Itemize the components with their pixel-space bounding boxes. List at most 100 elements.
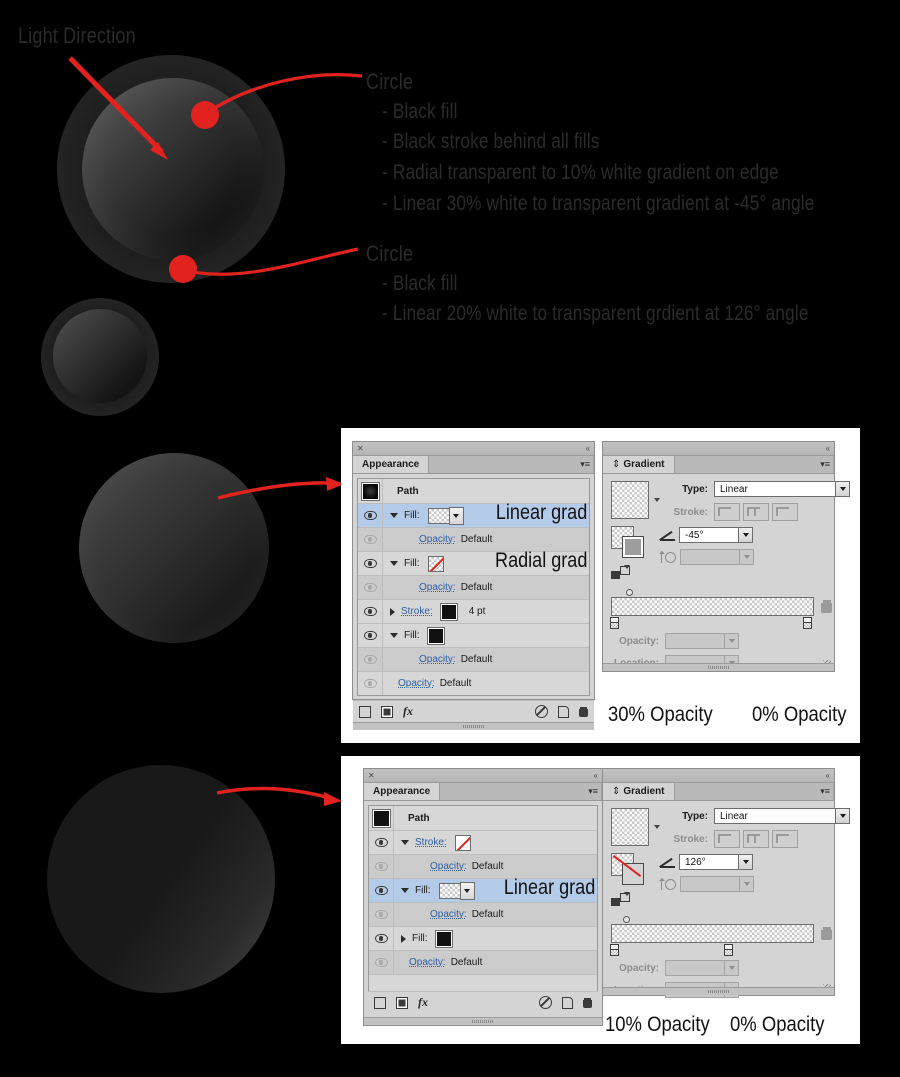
opacity-link[interactable]: Opacity: [419,582,456,593]
appearance-row-fill-linear-2[interactable]: Fill: Linear grad [369,876,597,903]
black-swatch-icon[interactable] [434,929,453,948]
appearance-row-fill-black-1[interactable]: Fill: [358,624,589,648]
visibility-toggle[interactable] [369,903,394,926]
gradient-ramp[interactable] [611,924,814,943]
aspect-chevron[interactable] [740,876,754,892]
chevron-down-icon[interactable] [401,840,409,845]
gradient-stop-left[interactable] [610,617,619,630]
angle-input[interactable]: -45° [679,527,739,543]
gradient-1-tabrow[interactable]: ⇕ Gradient ▾≡ [603,456,834,474]
chevron-down-icon[interactable] [390,633,398,638]
chevron-right-icon[interactable] [401,934,406,943]
type-select[interactable]: Linear [714,808,836,824]
appearance-panel-1[interactable]: ✕ « Appearance ▾≡ Path Fill: Linear grad… [352,441,595,730]
opacity-link[interactable]: Opacity: [430,909,467,920]
appearance-2-titlebar[interactable]: ✕ « [364,769,602,783]
gradient-stop-right[interactable] [803,617,812,630]
clear-appearance-button[interactable] [535,705,548,718]
appearance-2-footer[interactable]: fx [368,991,598,1013]
chevron-right-icon[interactable] [390,607,395,616]
appearance-1-tabrow[interactable]: Appearance ▾≡ [353,456,594,474]
new-art-has-basic-appearance-icon[interactable] [374,996,386,1009]
panel-menu-icon[interactable]: ▾≡ [588,786,598,797]
panel-menu-icon[interactable]: ▾≡ [820,459,830,470]
appearance-row-opacity-6[interactable]: Opacity: Default [369,951,597,975]
appearance-row-opacity-5[interactable]: Opacity: Default [369,903,597,927]
add-effect-fx-icon[interactable]: fx [418,995,428,1010]
appearance-row-opacity-2[interactable]: Opacity: Default [358,576,589,600]
appearance-row-fill-black-2[interactable]: Fill: [369,927,597,951]
gradient-swatch-icon[interactable] [427,507,450,524]
row-label[interactable]: Stroke: [415,837,447,848]
visibility-toggle[interactable] [358,672,383,695]
add-effect-fx-icon[interactable]: fx [403,704,413,719]
type-select-chevron[interactable] [836,481,850,497]
appearance-row-stroke-2[interactable]: Stroke: [369,831,597,855]
appearance-2-path-row[interactable]: Path [369,806,597,831]
black-swatch-icon[interactable] [439,602,458,621]
opacity-chevron[interactable] [725,960,739,976]
clear-appearance-button[interactable] [539,996,552,1009]
reverse-gradient-icon[interactable] [611,892,630,907]
gradient-swatch-icon[interactable] [438,882,461,899]
swatch-dropdown-button[interactable] [448,506,464,525]
appearance-row-fill-linear-1[interactable]: Fill: Linear grad [358,501,589,528]
close-icon[interactable]: ✕ [357,443,364,454]
no-color-swatch-icon[interactable] [454,834,471,851]
panel-menu-icon[interactable]: ▾≡ [820,786,830,797]
gradient-1-slider[interactable] [610,589,832,629]
delete-item-icon[interactable] [583,997,592,1008]
appearance-row-opacity-3[interactable]: Opacity: Default [358,648,589,672]
fill-stroke-indicator[interactable] [611,853,645,885]
chevron-down-icon[interactable] [401,888,409,893]
clear-appearance-icon[interactable] [396,996,408,1009]
visibility-toggle[interactable] [358,504,383,527]
gradient-swatch-icon[interactable] [427,555,444,572]
collapse-icon[interactable]: « [594,770,598,781]
duplicate-item-icon[interactable] [562,996,573,1009]
gradient-2-titlebar[interactable]: « [603,769,834,783]
opacity-link[interactable]: Opacity: [430,861,467,872]
appearance-row-opacity-global-1[interactable]: Opacity: Default [358,672,589,695]
gradient-preview-swatch[interactable] [611,808,649,846]
opacity-link[interactable]: Opacity: [398,678,435,689]
visibility-toggle[interactable] [358,624,383,647]
aspect-ratio-input[interactable] [680,549,740,565]
appearance-row-fill-radial-1[interactable]: Fill: Radial grad [358,549,589,576]
opacity-link[interactable]: Opacity: [419,654,456,665]
visibility-toggle[interactable] [358,600,383,623]
appearance-2-tabrow[interactable]: Appearance ▾≡ [364,783,602,801]
new-art-has-basic-appearance-icon[interactable] [359,705,371,718]
tab-gradient[interactable]: ⇕ Gradient [603,783,675,800]
gradient-2-slider[interactable] [610,916,832,956]
stop-opacity-input[interactable] [665,633,725,649]
gradient-2-tabrow[interactable]: ⇕ Gradient ▾≡ [603,783,834,801]
gradient-midpoint-handle[interactable] [626,589,633,596]
swatch-dropdown-button[interactable] [459,881,475,900]
stop-opacity-input[interactable] [665,960,725,976]
panel-grip[interactable] [353,722,594,730]
gradient-panel-1[interactable]: « ⇕ Gradient ▾≡ Type: Linear Stroke: -45… [602,441,850,672]
delete-item-icon[interactable] [579,706,588,717]
visibility-toggle[interactable] [358,552,383,575]
visibility-toggle[interactable] [358,528,383,551]
duplicate-item-icon[interactable] [558,705,569,718]
visibility-toggle[interactable] [358,576,383,599]
aspect-chevron[interactable] [740,549,754,565]
appearance-1-footer[interactable]: fx [353,700,594,722]
visibility-toggle[interactable] [358,648,383,671]
row-label[interactable]: Stroke: [401,606,433,617]
aspect-ratio-input[interactable] [680,876,740,892]
panel-grip[interactable] [603,663,834,671]
panel-grip[interactable] [364,1017,602,1025]
clear-appearance-icon[interactable] [381,705,393,718]
angle-chevron[interactable] [739,527,753,543]
opacity-link[interactable]: Opacity: [409,957,446,968]
appearance-panel-2[interactable]: ✕ « Appearance ▾≡ Path Stroke: Opacity: … [363,768,603,1026]
tab-gradient[interactable]: ⇕ Gradient [603,456,675,473]
opacity-link[interactable]: Opacity: [419,534,456,545]
delete-stop-icon[interactable] [821,927,832,940]
chevron-down-icon[interactable] [390,561,398,566]
reverse-gradient-icon[interactable] [611,565,630,580]
gradient-preview-swatch[interactable] [611,481,649,519]
